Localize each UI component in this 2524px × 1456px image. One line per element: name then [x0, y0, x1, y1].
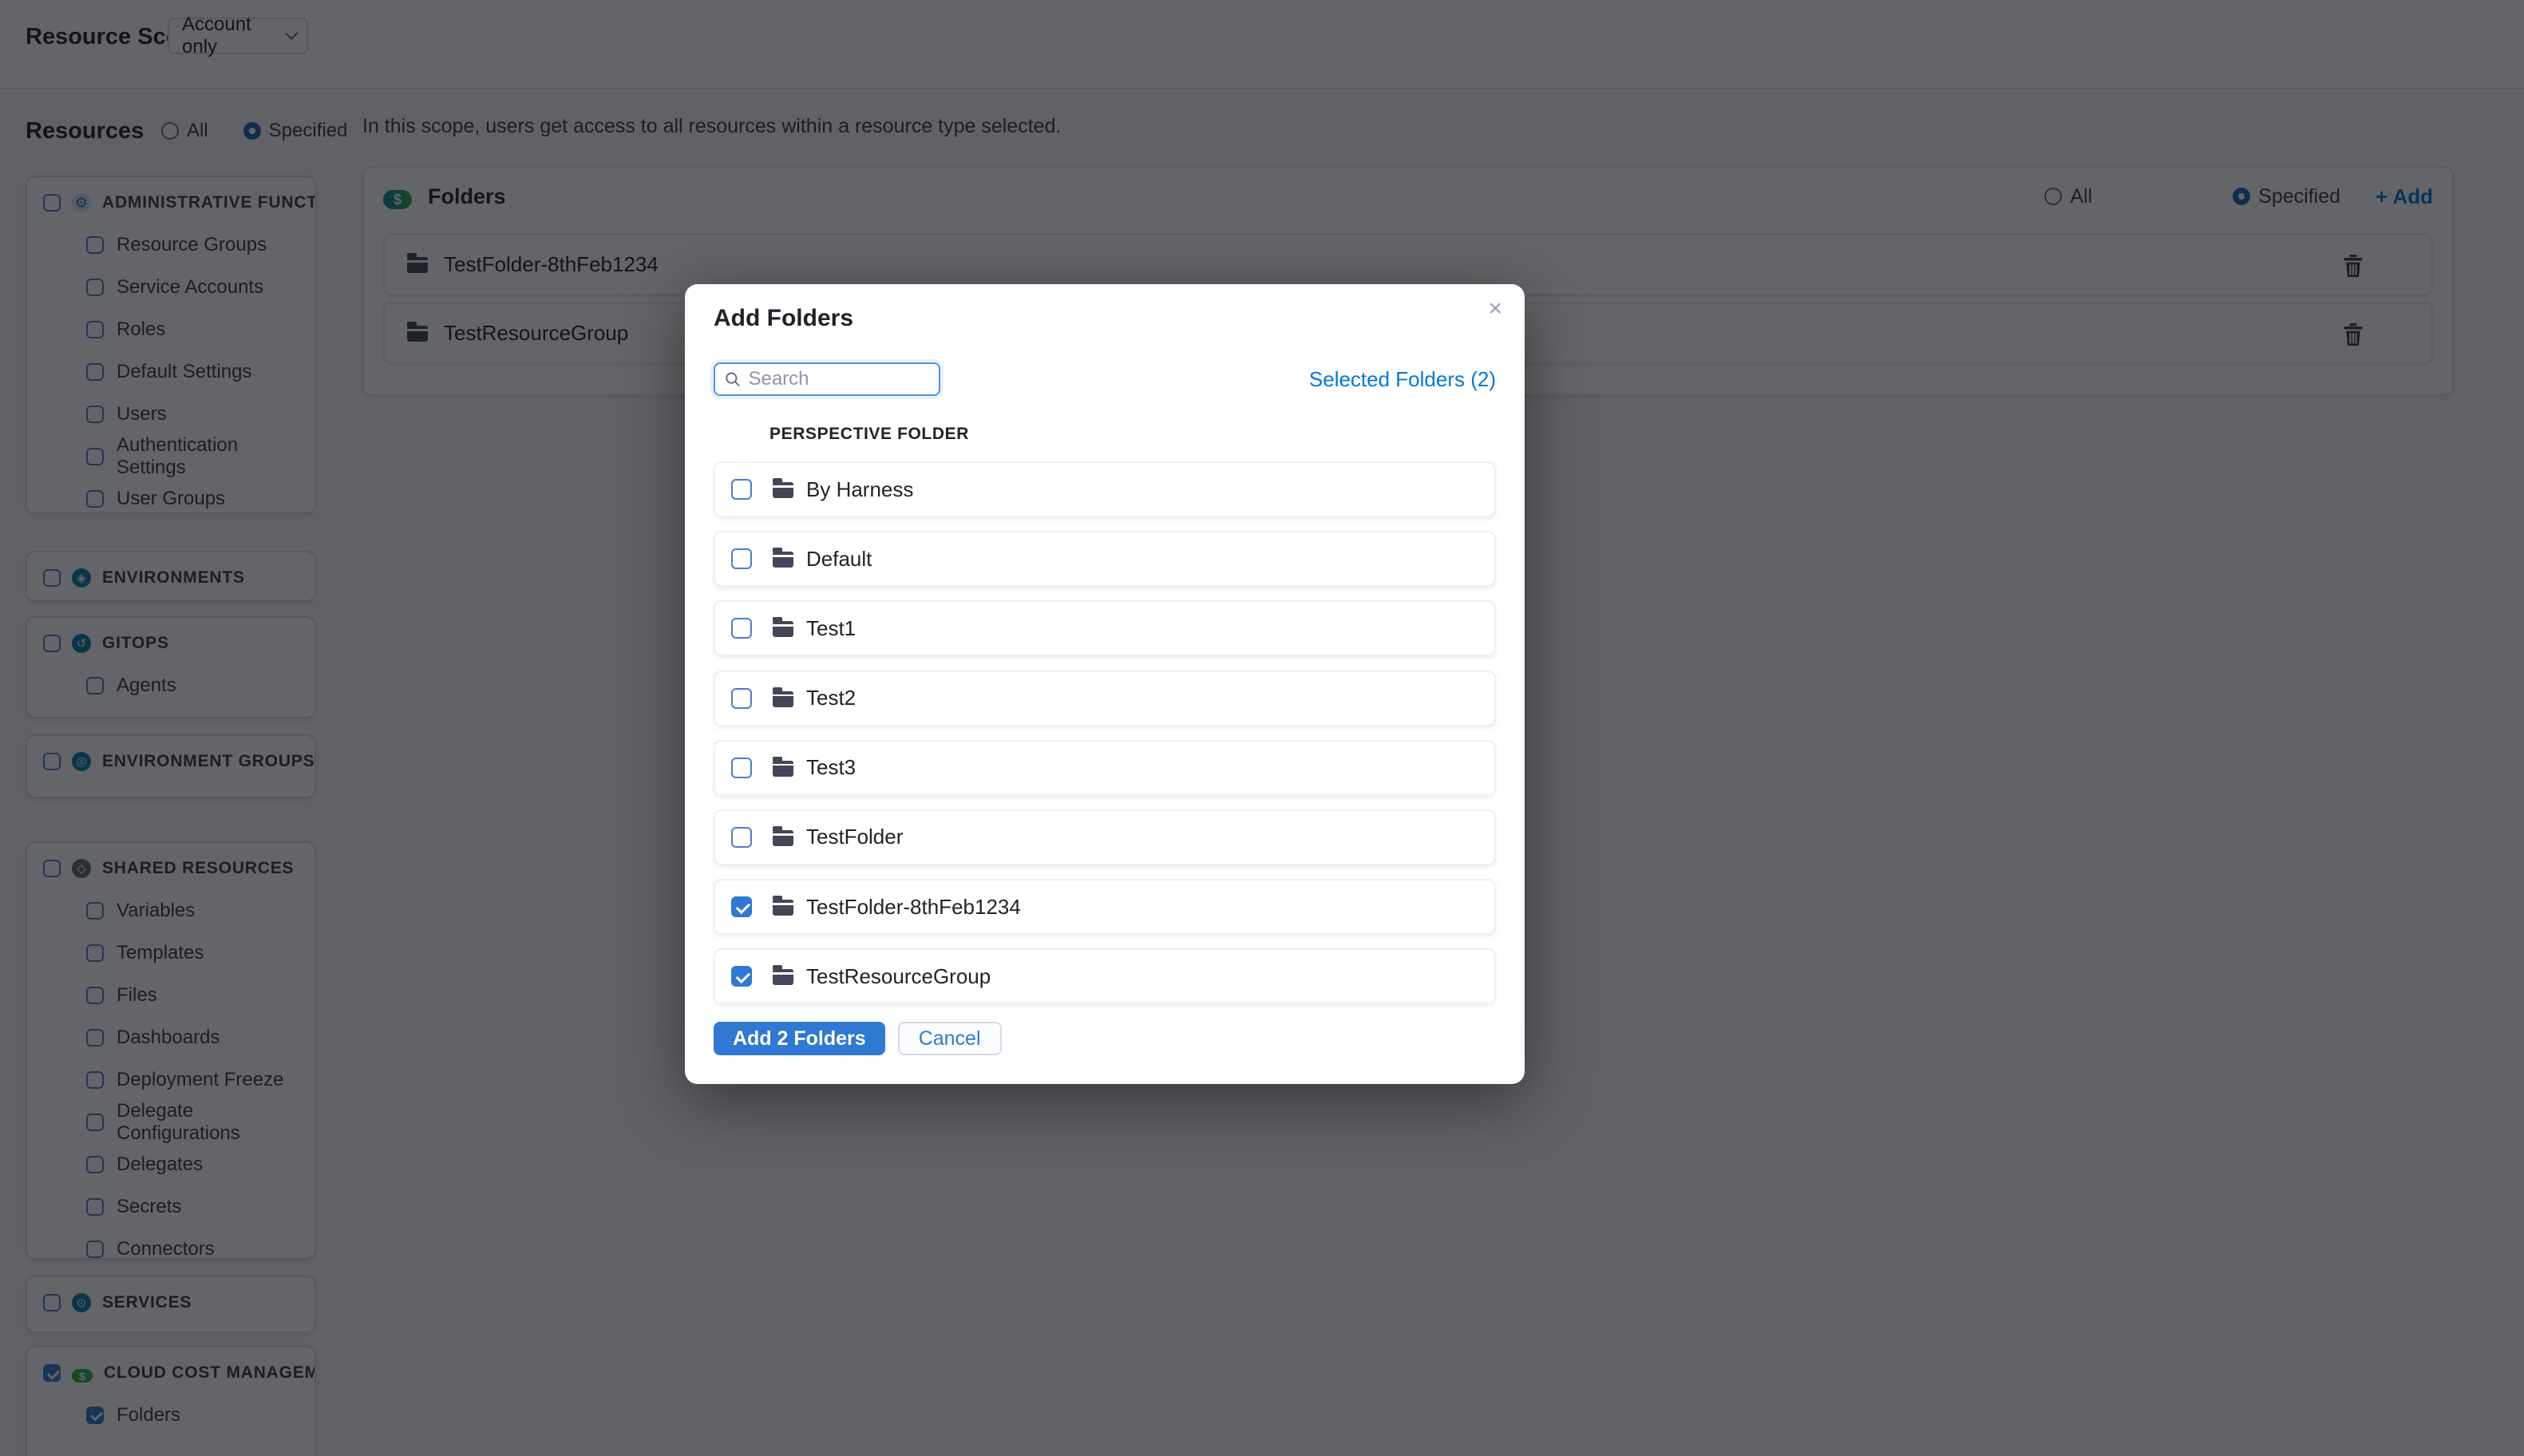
modal-folder-row[interactable]: TestFolder-8thFeb1234 [714, 879, 1496, 936]
modal-footer: Add 2 Folders Cancel [714, 1022, 1002, 1055]
modal-folder-list: By Harness Default Test1 Test2 Test3 Tes… [714, 461, 1496, 1019]
folder-icon [773, 617, 793, 638]
search-input[interactable] [748, 368, 929, 390]
modal-folder-row[interactable]: TestResourceGroup [714, 948, 1496, 1005]
modal-folder-row[interactable]: By Harness [714, 461, 1496, 517]
modal-row-label: Default [806, 546, 872, 571]
search-box [714, 362, 940, 396]
folder-icon [773, 965, 793, 986]
modal-row-checkbox[interactable] [731, 687, 752, 709]
modal-folder-row[interactable]: Test3 [714, 739, 1496, 796]
folder-icon [773, 756, 793, 777]
perspective-folder-column-header: PERSPECTIVE FOLDER [769, 425, 970, 443]
modal-row-checkbox[interactable] [731, 896, 752, 918]
close-icon[interactable]: × [1488, 297, 1502, 321]
modal-row-label: By Harness [806, 477, 914, 501]
modal-title: Add Folders [714, 305, 854, 331]
cancel-button[interactable]: Cancel [897, 1022, 1002, 1055]
modal-folder-row[interactable]: Test1 [714, 600, 1496, 657]
modal-folder-row[interactable]: Default [714, 531, 1496, 588]
modal-row-checkbox[interactable] [731, 548, 752, 570]
folder-icon [773, 825, 793, 846]
modal-row-label: Test1 [806, 615, 856, 640]
modal-folder-row[interactable]: Test2 [714, 670, 1496, 726]
selected-folders-link[interactable]: Selected Folders (2) [1309, 367, 1496, 392]
modal-row-label: TestFolder-8thFeb1234 [806, 894, 1021, 919]
folder-icon [773, 896, 793, 916]
modal-folder-row[interactable]: TestFolder [714, 809, 1496, 865]
modal-row-checkbox[interactable] [731, 618, 752, 639]
folder-icon [773, 548, 793, 568]
page: Resource Scope Account only Resources Al… [0, 0, 2524, 1456]
folder-icon [773, 686, 793, 707]
modal-row-label: Test3 [806, 755, 856, 780]
folder-icon [773, 478, 793, 498]
modal-row-checkbox[interactable] [731, 966, 752, 987]
search-icon [726, 372, 740, 387]
modal-row-label: Test2 [806, 686, 856, 710]
modal-row-label: TestResourceGroup [806, 963, 991, 988]
modal-row-label: TestFolder [806, 825, 904, 849]
modal-row-checkbox[interactable] [731, 757, 752, 778]
add-folders-button[interactable]: Add 2 Folders [714, 1022, 885, 1055]
modal-row-checkbox[interactable] [731, 826, 752, 848]
add-folders-modal: Add Folders × Selected Folders (2) PERSP… [685, 284, 1525, 1084]
modal-row-checkbox[interactable] [731, 479, 752, 500]
